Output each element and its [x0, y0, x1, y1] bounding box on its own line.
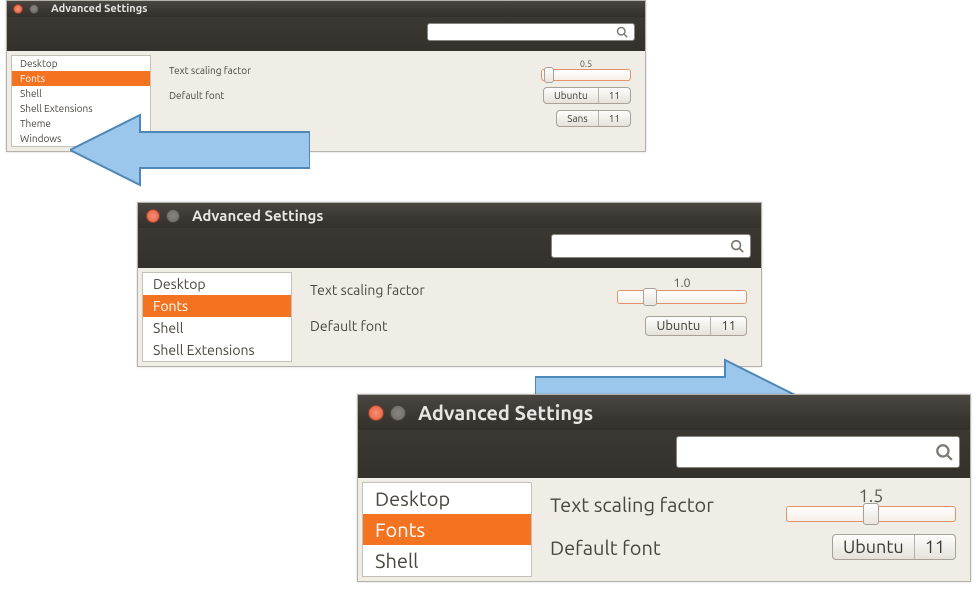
scaling-slider[interactable] — [541, 69, 631, 81]
slider-thumb[interactable] — [544, 67, 554, 83]
row-default-font: Default font Ubuntu 11 — [550, 534, 956, 560]
row-scaling: Text scaling factor 0.5 — [169, 59, 631, 81]
default-font-label: Default font — [310, 318, 645, 334]
default-font-button[interactable]: Ubuntu 11 — [832, 534, 956, 560]
default-font-label: Default font — [169, 90, 543, 101]
window-title: Advanced Settings — [51, 3, 147, 15]
toolbar — [358, 430, 970, 478]
sidebar-item-fonts[interactable]: Fonts — [363, 514, 531, 545]
scaling-slider[interactable] — [786, 506, 956, 522]
content-pane: Text scaling factor 1.5 Default font Ubu… — [536, 478, 970, 581]
scaling-label: Text scaling factor — [550, 493, 786, 516]
default-font-button[interactable]: Ubuntu 11 — [645, 316, 747, 336]
window-title: Advanced Settings — [192, 207, 323, 224]
search-icon — [616, 26, 628, 38]
sidebar-item-desktop[interactable]: Desktop — [363, 483, 531, 514]
sidebar: Desktop Fonts Shell Shell Extensions — [142, 272, 292, 362]
search-icon — [730, 239, 744, 253]
arrow-left-icon — [70, 110, 310, 190]
window-body: Desktop Fonts Shell Shell Extensions Tex… — [138, 268, 761, 366]
font-name: Ubuntu — [833, 535, 914, 559]
row-scaling: Text scaling factor 1.5 — [550, 486, 956, 522]
search-input[interactable] — [560, 238, 730, 254]
window-med: Advanced Settings Desktop Fonts Shell Sh… — [137, 202, 762, 367]
close-icon[interactable] — [368, 405, 384, 421]
close-icon[interactable] — [146, 209, 160, 223]
default-font-button[interactable]: Ubuntu 11 — [543, 87, 631, 104]
font-size: 11 — [598, 88, 630, 103]
search-input[interactable] — [436, 26, 616, 39]
sidebar-item-fonts[interactable]: Fonts — [12, 71, 150, 86]
font-name: Ubuntu — [646, 317, 710, 335]
search-box[interactable] — [676, 436, 960, 468]
search-box[interactable] — [427, 23, 635, 41]
titlebar[interactable]: Advanced Settings — [7, 1, 645, 17]
scaling-slider-wrap: 0.5 — [541, 59, 631, 81]
toolbar — [138, 228, 761, 268]
titlebar[interactable]: Advanced Settings — [138, 203, 761, 228]
font-size: 11 — [710, 317, 746, 335]
extra-font-button[interactable]: Sans 11 — [556, 110, 631, 127]
scaling-slider-wrap: 1.0 — [617, 276, 747, 304]
sidebar-item-desktop[interactable]: Desktop — [12, 56, 150, 71]
row-default-font: Default font Ubuntu 11 — [310, 316, 747, 336]
search-input[interactable] — [685, 442, 935, 463]
sidebar-item-shell[interactable]: Shell — [363, 545, 531, 576]
font-name: Sans — [557, 111, 597, 126]
slider-thumb[interactable] — [863, 503, 879, 525]
search-icon — [935, 443, 953, 461]
search-box[interactable] — [551, 234, 751, 258]
sidebar-item-desktop[interactable]: Desktop — [143, 273, 291, 295]
scaling-slider[interactable] — [617, 290, 747, 304]
content-pane: Text scaling factor 1.0 Default font Ubu… — [296, 268, 761, 366]
window-title: Advanced Settings — [418, 401, 593, 424]
font-size: 11 — [598, 111, 630, 126]
row-scaling: Text scaling factor 1.0 — [310, 276, 747, 304]
window-big: Advanced Settings Desktop Fonts Shell Te… — [357, 394, 971, 582]
row-default-font: Default font Ubuntu 11 — [169, 87, 631, 104]
sidebar-item-fonts[interactable]: Fonts — [143, 295, 291, 317]
close-icon[interactable] — [13, 4, 23, 14]
sidebar: Desktop Fonts Shell — [362, 482, 532, 577]
font-size: 11 — [914, 535, 955, 559]
window-body: Desktop Fonts Shell Text scaling factor … — [358, 478, 970, 581]
scaling-value: 0.5 — [580, 59, 592, 69]
scaling-slider-wrap: 1.5 — [786, 486, 956, 522]
titlebar[interactable]: Advanced Settings — [358, 395, 970, 430]
minimize-icon[interactable] — [390, 405, 406, 421]
sidebar-item-shell[interactable]: Shell — [12, 86, 150, 101]
scaling-value: 1.0 — [673, 276, 690, 290]
slider-thumb[interactable] — [643, 288, 657, 306]
font-name: Ubuntu — [544, 88, 598, 103]
minimize-icon[interactable] — [166, 209, 180, 223]
minimize-icon[interactable] — [29, 4, 39, 14]
scaling-label: Text scaling factor — [169, 65, 541, 76]
scaling-label: Text scaling factor — [310, 282, 617, 298]
default-font-label: Default font — [550, 536, 832, 559]
sidebar-item-shell-extensions[interactable]: Shell Extensions — [143, 339, 291, 361]
toolbar — [7, 17, 645, 51]
sidebar-item-shell[interactable]: Shell — [143, 317, 291, 339]
